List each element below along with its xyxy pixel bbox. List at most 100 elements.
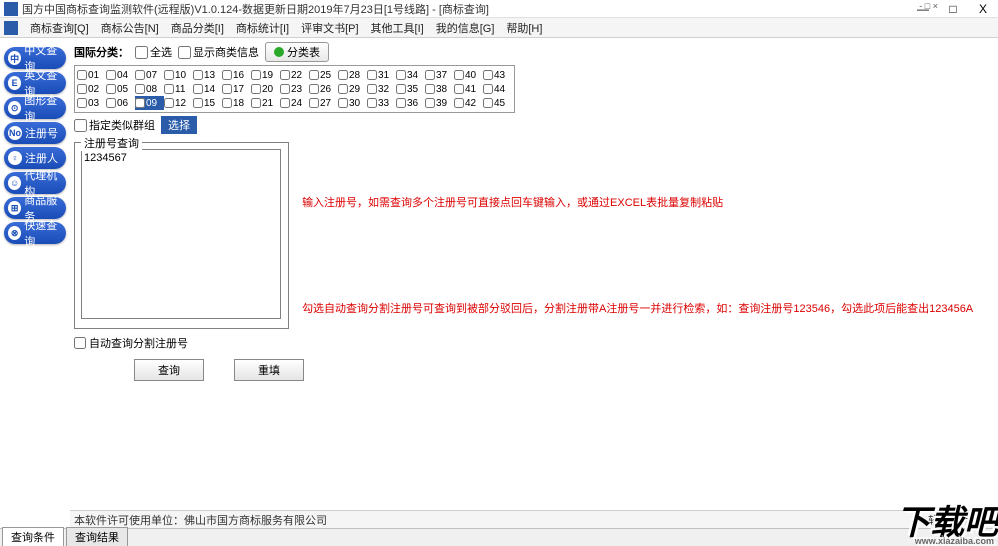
sidebar-image-query[interactable]: ⊙图形查询: [4, 97, 66, 119]
class-33[interactable]: 33: [367, 96, 396, 110]
app-icon: [4, 2, 18, 16]
menu-myinfo[interactable]: 我的信息[G]: [430, 20, 501, 36]
hint-input: 输入注册号，如需查询多个注册号可直接点回车键输入，或通过EXCEL表批量复制粘贴: [302, 194, 982, 210]
class-27[interactable]: 27: [309, 96, 338, 110]
select-group-button[interactable]: 选择: [161, 116, 197, 134]
class-38[interactable]: 38: [425, 82, 454, 96]
sidebar-label: 注册号: [25, 125, 58, 141]
class-43[interactable]: 43: [483, 68, 512, 82]
class-13[interactable]: 13: [193, 68, 222, 82]
auto-split-checkbox[interactable]: [74, 337, 86, 349]
tab-conditions[interactable]: 查询条件: [2, 527, 64, 546]
select-all-checkbox[interactable]: 全选: [135, 44, 172, 60]
class-25[interactable]: 25: [309, 68, 338, 82]
sidebar-goods[interactable]: ⊞商品服务: [4, 197, 66, 219]
menu-help[interactable]: 帮助[H]: [500, 20, 548, 36]
class-41[interactable]: 41: [454, 82, 483, 96]
sidebar-agency[interactable]: ☺代理机构: [4, 172, 66, 194]
menu-stats[interactable]: 商标统计[I]: [230, 20, 295, 36]
class-19[interactable]: 19: [251, 68, 280, 82]
specify-group-checkbox[interactable]: 指定类似群组: [74, 117, 155, 133]
tab-results[interactable]: 查询结果: [66, 527, 128, 546]
regno-fieldset: 注册号查询 1234567: [74, 142, 289, 329]
green-dot-icon: [274, 47, 284, 57]
class-08[interactable]: 08: [135, 82, 164, 96]
class-14[interactable]: 14: [193, 82, 222, 96]
menu-review[interactable]: 评审文书[P]: [295, 20, 364, 36]
query-button[interactable]: 查询: [134, 359, 204, 381]
hint-auto-split: 勾选自动查询分割注册号可查询到被部分驳回后，分割注册带A注册号一并进行检索，如：…: [302, 300, 982, 316]
sidebar: 中中文查询 E英文查询 ⊙图形查询 No注册号 ♀注册人 ☺代理机构 ⊞商品服务…: [0, 38, 70, 528]
class-44[interactable]: 44: [483, 82, 512, 96]
class-15[interactable]: 15: [193, 96, 222, 110]
class-42[interactable]: 42: [454, 96, 483, 110]
class-12[interactable]: 12: [164, 96, 193, 110]
number-icon: No: [8, 126, 22, 140]
class-30[interactable]: 30: [338, 96, 367, 110]
class-grid: 010407101316192225283134374043 0205081114…: [74, 65, 515, 113]
menu-tools[interactable]: 其他工具[I]: [365, 20, 430, 36]
window-title: 国方中国商标查询监测软件(远程版)V1.0.124-数据更新日期2019年7月2…: [22, 1, 912, 17]
show-class-info-checkbox[interactable]: 显示商类信息: [178, 44, 259, 60]
class-37[interactable]: 37: [425, 68, 454, 82]
class-18[interactable]: 18: [222, 96, 251, 110]
class-32[interactable]: 32: [367, 82, 396, 96]
license-text: 本软件许可使用单位：佛山市国方商标服务有限公司: [74, 512, 327, 528]
sidebar-label: 图形查询: [24, 92, 66, 124]
sidebar-label: 快速查询: [24, 217, 66, 249]
sidebar-chinese-query[interactable]: 中中文查询: [4, 47, 66, 69]
class-22[interactable]: 22: [280, 68, 309, 82]
maximize-button[interactable]: □: [942, 2, 964, 16]
class-04[interactable]: 04: [106, 68, 135, 82]
class-31[interactable]: 31: [367, 68, 396, 82]
class-06[interactable]: 06: [106, 96, 135, 110]
class-35[interactable]: 35: [396, 82, 425, 96]
class-table-button[interactable]: 分类表: [265, 42, 329, 62]
person-icon: ♀: [8, 151, 22, 165]
sidebar-english-query[interactable]: E英文查询: [4, 72, 66, 94]
class-26[interactable]: 26: [309, 82, 338, 96]
image-icon: ⊙: [8, 101, 21, 115]
class-36[interactable]: 36: [396, 96, 425, 110]
menu-query[interactable]: 商标查询[Q]: [24, 20, 95, 36]
class-21[interactable]: 21: [251, 96, 280, 110]
class-45[interactable]: 45: [483, 96, 512, 110]
group-icon: ☺: [8, 176, 21, 190]
class-10[interactable]: 10: [164, 68, 193, 82]
class-23[interactable]: 23: [280, 82, 309, 96]
class-20[interactable]: 20: [251, 82, 280, 96]
class-11[interactable]: 11: [164, 82, 193, 96]
class-40[interactable]: 40: [454, 68, 483, 82]
class-34[interactable]: 34: [396, 68, 425, 82]
mdi-child-controls[interactable]: - □ ×: [919, 1, 938, 11]
grid-icon: ⊞: [8, 201, 21, 215]
sidebar-registrant[interactable]: ♀注册人: [4, 147, 66, 169]
class-28[interactable]: 28: [338, 68, 367, 82]
reset-button[interactable]: 重填: [234, 359, 304, 381]
intl-class-label: 国际分类：: [74, 44, 129, 60]
fast-icon: ⊗: [8, 226, 21, 240]
class-29[interactable]: 29: [338, 82, 367, 96]
class-02[interactable]: 02: [77, 82, 106, 96]
class-03[interactable]: 03: [77, 96, 106, 110]
english-icon: E: [8, 76, 21, 90]
class-05[interactable]: 05: [106, 82, 135, 96]
chinese-icon: 中: [8, 51, 21, 65]
menu-notice[interactable]: 商标公告[N]: [95, 20, 165, 36]
class-07[interactable]: 07: [135, 68, 164, 82]
menu-goods[interactable]: 商品分类[I]: [165, 20, 230, 36]
fieldset-legend: 注册号查询: [81, 135, 142, 151]
menu-icon: [4, 21, 18, 35]
sidebar-regno[interactable]: No注册号: [4, 122, 66, 144]
class-01[interactable]: 01: [77, 68, 106, 82]
close-button[interactable]: X: [972, 2, 994, 16]
sidebar-fast[interactable]: ⊗快速查询: [4, 222, 66, 244]
class-24[interactable]: 24: [280, 96, 309, 110]
hotline-text: 软件服务热线: [928, 512, 994, 528]
class-17[interactable]: 17: [222, 82, 251, 96]
regno-textarea[interactable]: 1234567: [81, 149, 281, 319]
class-16[interactable]: 16: [222, 68, 251, 82]
class-09[interactable]: 09: [135, 96, 164, 110]
class-39[interactable]: 39: [425, 96, 454, 110]
auto-split-label: 自动查询分割注册号: [89, 335, 188, 351]
